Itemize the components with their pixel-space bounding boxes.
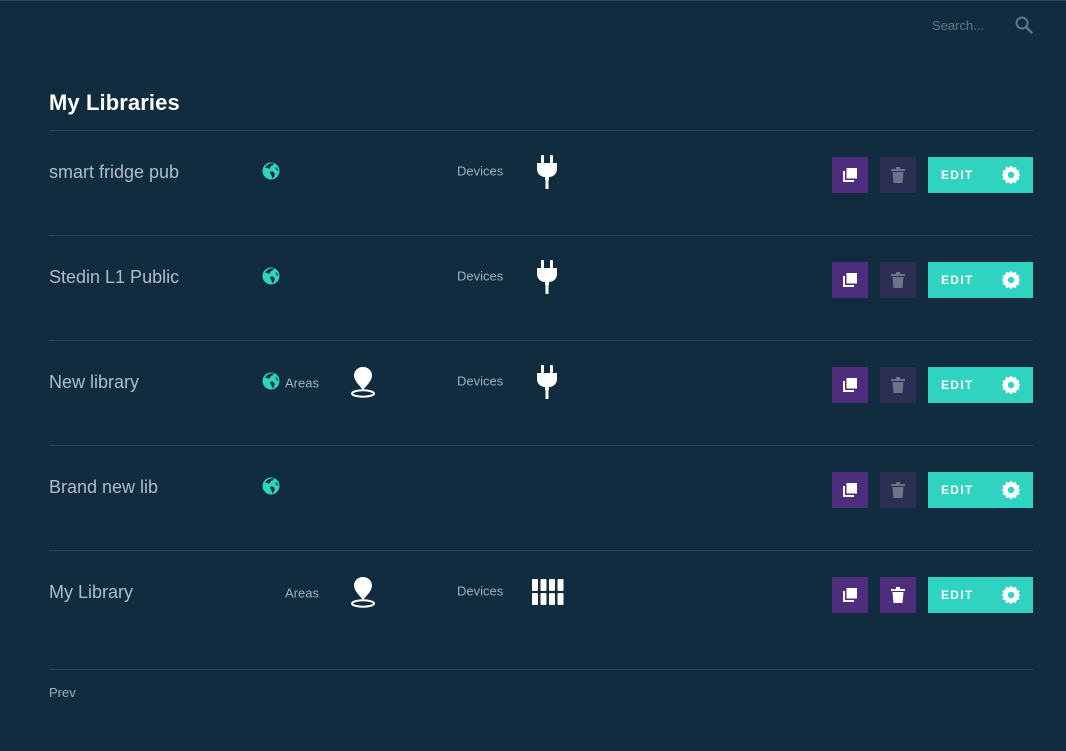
divider [49, 669, 1033, 670]
row-actions: EDIT [832, 472, 1033, 508]
copy-button[interactable] [832, 367, 868, 403]
copy-icon [843, 483, 857, 497]
library-row: New library Areas Devices EDIT [49, 341, 1033, 446]
devices-label: Devices [457, 583, 504, 599]
library-name[interactable]: My Library [49, 581, 133, 603]
map-pin-icon [350, 366, 376, 398]
trash-icon [891, 587, 905, 603]
library-row: My Library Areas Devices EDIT [49, 551, 1033, 669]
copy-button[interactable] [832, 157, 868, 193]
gear-icon[interactable] [1001, 165, 1021, 185]
prev-page-link[interactable]: Prev [49, 685, 76, 700]
page: My Libraries smart fridge pub Devices ED [0, 0, 1066, 751]
gear-icon[interactable] [1001, 480, 1021, 500]
devices-label: Devices [457, 163, 504, 179]
edit-button-label: EDIT [941, 483, 974, 497]
edit-button-label: EDIT [941, 378, 974, 392]
copy-icon [843, 273, 857, 287]
delete-button[interactable] [880, 157, 916, 193]
delete-button[interactable] [880, 262, 916, 298]
edit-button[interactable]: EDIT [928, 262, 1033, 298]
areas-label: Areas [285, 375, 319, 391]
copy-icon [843, 588, 857, 602]
areas-label: Areas [285, 585, 319, 601]
library-row: smart fridge pub Devices EDIT [49, 131, 1033, 236]
edit-button[interactable]: EDIT [928, 367, 1033, 403]
globe-icon [262, 477, 280, 495]
grid-icon [532, 579, 564, 607]
library-name[interactable]: New library [49, 371, 139, 393]
trash-icon [891, 482, 905, 498]
globe-icon [262, 162, 280, 180]
trash-icon [891, 272, 905, 288]
trash-icon [891, 167, 905, 183]
edit-button[interactable]: EDIT [928, 577, 1033, 613]
row-actions: EDIT [832, 262, 1033, 298]
copy-button[interactable] [832, 472, 868, 508]
edit-button-label: EDIT [941, 168, 974, 182]
plug-icon [535, 155, 559, 189]
search-icon[interactable] [1014, 15, 1034, 35]
copy-icon [843, 378, 857, 392]
gear-icon[interactable] [1001, 270, 1021, 290]
gear-icon[interactable] [1001, 585, 1021, 605]
copy-icon [843, 168, 857, 182]
search-input[interactable] [932, 17, 1002, 33]
delete-button[interactable] [880, 367, 916, 403]
globe-icon [262, 267, 280, 285]
library-name[interactable]: Stedin L1 Public [49, 266, 179, 288]
edit-button-label: EDIT [941, 273, 974, 287]
gear-icon[interactable] [1001, 375, 1021, 395]
edit-button[interactable]: EDIT [928, 157, 1033, 193]
edit-button-label: EDIT [941, 588, 974, 602]
edit-button[interactable]: EDIT [928, 472, 1033, 508]
row-actions: EDIT [832, 157, 1033, 193]
globe-icon [262, 372, 280, 390]
copy-button[interactable] [832, 262, 868, 298]
map-pin-icon [350, 576, 376, 608]
delete-button[interactable] [880, 472, 916, 508]
library-list: smart fridge pub Devices EDIT Stedin L1 … [49, 131, 1033, 669]
trash-icon [891, 377, 905, 393]
row-actions: EDIT [832, 577, 1033, 613]
library-row: Brand new lib EDIT [49, 446, 1033, 551]
row-actions: EDIT [832, 367, 1033, 403]
library-row: Stedin L1 Public Devices EDIT [49, 236, 1033, 341]
plug-icon [535, 260, 559, 294]
page-title: My Libraries [49, 90, 180, 115]
plug-icon [535, 365, 559, 399]
devices-label: Devices [457, 373, 504, 389]
devices-label: Devices [457, 268, 504, 284]
library-name[interactable]: smart fridge pub [49, 161, 179, 183]
copy-button[interactable] [832, 577, 868, 613]
library-name[interactable]: Brand new lib [49, 476, 158, 498]
search-bar [932, 15, 1034, 35]
delete-button[interactable] [880, 577, 916, 613]
